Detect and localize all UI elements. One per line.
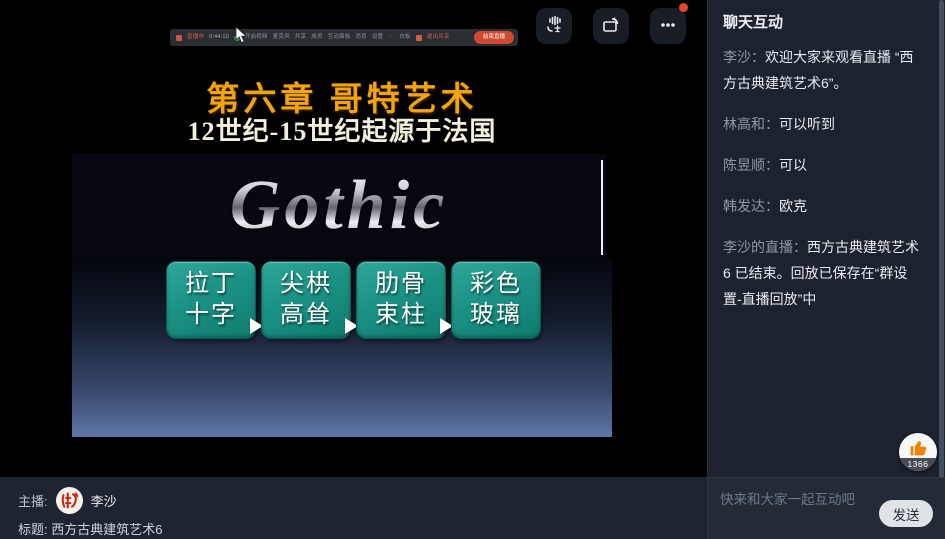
toolbar-item[interactable]: 设置 xyxy=(372,35,383,41)
toolbar-item[interactable]: 开启视频 xyxy=(245,35,268,41)
chat-message-list: 李沙：欢迎大家来观看直播 “西方古典建筑艺术6”。林高和：可以听到陈昱顺：可以韩… xyxy=(723,44,925,327)
like-count-badge: 1366 xyxy=(899,458,937,471)
host-info-bar: 主播: 李沙 标题: 西方古典建筑艺术6 xyxy=(0,477,707,539)
chart-bars-icon[interactable] xyxy=(176,35,182,41)
chat-message-sender: 陈昱顺： xyxy=(723,157,779,173)
slide-subtitle: 12世纪-15世纪起源于法国 xyxy=(72,111,612,148)
gothic-banner-text: Gothic xyxy=(230,166,448,246)
gothic-banner: Gothic xyxy=(72,154,606,257)
concept-box-line2: 高耸 xyxy=(280,300,332,331)
toolbar-item[interactable]: 白板 xyxy=(399,35,410,41)
concept-box-line2: 玻璃 xyxy=(470,300,522,331)
concept-box: 拉丁十字 xyxy=(167,262,255,338)
host-name: 李沙 xyxy=(91,491,117,510)
concept-box-line2: 束柱 xyxy=(375,300,427,331)
toolbar-item[interactable]: 消息 xyxy=(355,35,366,41)
toolbar-item[interactable]: 共享 xyxy=(295,35,306,41)
chat-input[interactable] xyxy=(720,484,870,514)
host-avatar xyxy=(56,487,83,514)
rotate-screen-button[interactable] xyxy=(593,8,629,44)
chat-message-sender: 韩发达： xyxy=(723,198,779,214)
chat-message: 李沙的直播：西方古典建筑艺术6 已结束。回放已保存在“群设置-直播回放”中 xyxy=(723,234,925,312)
chat-header: 聊天互动 xyxy=(723,11,783,32)
more-options-button[interactable] xyxy=(650,8,686,44)
send-button[interactable]: 发送 xyxy=(879,500,933,527)
live-stream-window: 直播中 0:44:10 开启视频麦克风共享成员互动面板消息设置 ··· 白板 退出共享 结束… xyxy=(0,0,945,539)
chat-message: 陈昱顺：可以 xyxy=(723,152,925,178)
chat-message-text: 可以听到 xyxy=(779,116,835,132)
toolbar-item[interactable]: 成员 xyxy=(311,35,322,41)
chat-message-sender: 李沙： xyxy=(723,49,765,65)
shared-screen-toolbar[interactable]: 直播中 0:44:10 开启视频麦克风共享成员互动面板消息设置 ··· 白板 退出共享 结束… xyxy=(170,29,518,46)
toolbar-item[interactable]: 0:44:10 xyxy=(209,35,229,41)
chat-message: 李沙：欢迎大家来观看直播 “西方古典建筑艺术6”。 xyxy=(723,44,925,96)
mouse-cursor-icon xyxy=(235,26,248,49)
stream-title-text: 西方古典建筑艺术6 xyxy=(51,522,162,537)
chat-message-sender: 李沙的直播： xyxy=(723,239,807,255)
end-live-button[interactable]: 结束直播 xyxy=(474,31,514,45)
video-area: 直播中 0:44:10 开启视频麦克风共享成员互动面板消息设置 ··· 白板 退出共享 结束… xyxy=(0,0,707,477)
concept-box-line1: 肋骨 xyxy=(375,269,427,300)
toolbar-item[interactable]: 直播中 xyxy=(187,35,204,41)
chat-message-sender: 林高和： xyxy=(723,116,779,132)
toolbar-item[interactable]: 麦克风 xyxy=(273,35,290,41)
concept-box: 彩色玻璃 xyxy=(452,262,540,338)
toolbar-item[interactable]: 退出共享 xyxy=(427,35,450,41)
chat-scrollbar[interactable] xyxy=(939,0,944,539)
voice-waveform-icon xyxy=(543,14,565,39)
chat-message: 林高和：可以听到 xyxy=(723,111,925,137)
chat-message-text: 可以 xyxy=(779,157,807,173)
chat-message: 韩发达：欧克 xyxy=(723,193,925,219)
thumbs-up-icon xyxy=(907,437,929,459)
stream-title-label: 标题: xyxy=(18,522,48,537)
toolbar-item[interactable]: 互动面板 xyxy=(328,35,351,41)
chat-panel: 聊天互动 李沙：欢迎大家来观看直播 “西方古典建筑艺术6”。林高和：可以听到陈昱… xyxy=(707,0,945,539)
chat-input-bar: 发送 xyxy=(708,477,945,539)
notification-dot xyxy=(679,3,688,12)
concept-box-line1: 彩色 xyxy=(470,269,522,300)
concept-box-line2: 十字 xyxy=(185,300,237,331)
host-row: 主播: 李沙 xyxy=(18,487,117,514)
toolbar-item[interactable]: ··· xyxy=(388,35,394,41)
stream-title-row: 标题: 西方古典建筑艺术6 xyxy=(18,519,162,538)
concept-box-line1: 拉丁 xyxy=(185,269,237,300)
voice-waveform-button[interactable] xyxy=(536,8,572,44)
exit-door-icon[interactable] xyxy=(416,35,422,41)
more-dots-icon xyxy=(657,14,679,39)
concept-box: 肋骨束柱 xyxy=(357,262,445,338)
banner-edge-line xyxy=(601,160,603,255)
like-button[interactable]: 1366 xyxy=(899,433,937,471)
concept-box-line1: 尖栱 xyxy=(280,269,332,300)
chat-message-text: 欧克 xyxy=(779,198,807,214)
concept-box: 尖栱高耸 xyxy=(262,262,350,338)
host-label: 主播: xyxy=(18,491,48,510)
rotate-screen-icon xyxy=(600,14,622,39)
